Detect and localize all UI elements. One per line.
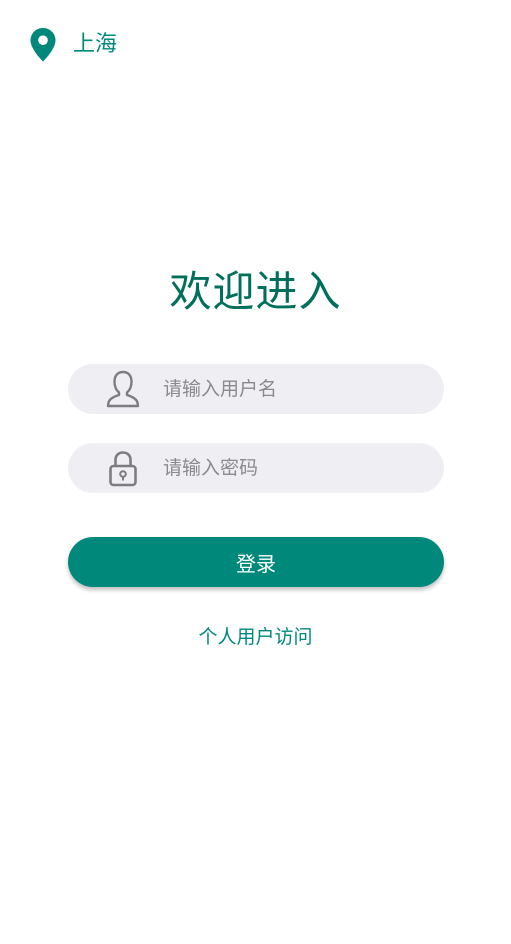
password-field[interactable] (68, 443, 444, 493)
welcome-title: 欢迎进入 (169, 267, 342, 316)
location-city-label: 上海 (73, 32, 118, 57)
user-icon (104, 368, 142, 410)
personal-user-access-link[interactable]: 个人用户访问 (0, 622, 511, 652)
login-button[interactable]: 登录 (68, 537, 444, 587)
username-field[interactable] (68, 364, 444, 414)
location-pin-icon (28, 27, 58, 63)
lock-icon (104, 447, 142, 489)
password-input[interactable] (163, 448, 413, 488)
location-selector[interactable]: 上海 (28, 27, 117, 63)
username-input[interactable] (163, 369, 413, 409)
